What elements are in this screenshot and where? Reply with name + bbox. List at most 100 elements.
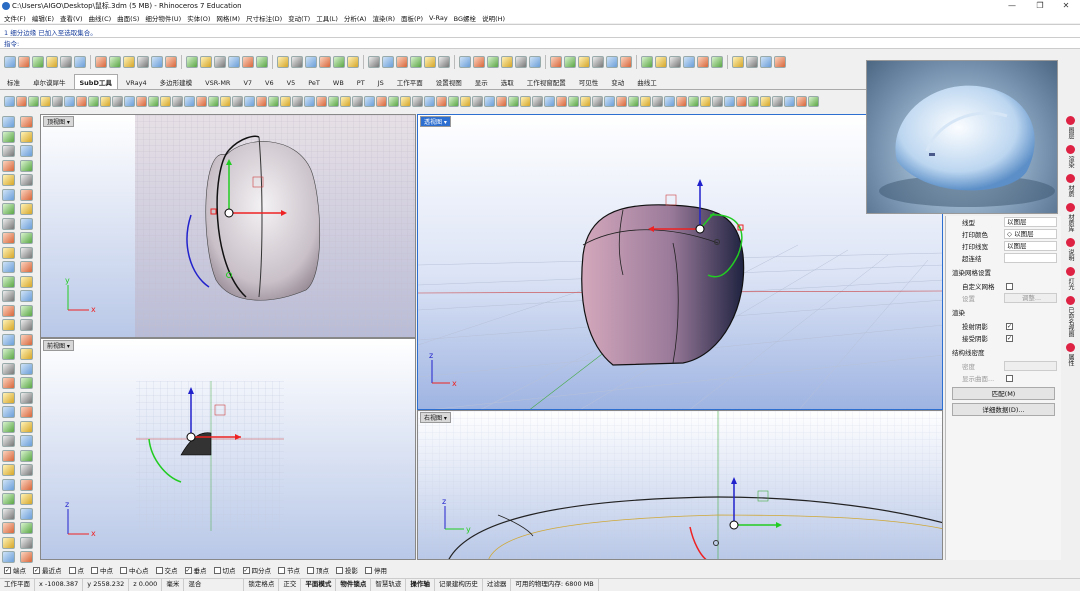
tool-icon[interactable] bbox=[664, 95, 675, 107]
viewport-title-top[interactable]: 顶视图 bbox=[43, 116, 74, 127]
tool-icon[interactable] bbox=[2, 435, 15, 447]
tool-icon[interactable] bbox=[20, 290, 33, 302]
viewport-title-perspective[interactable]: 透视图 bbox=[420, 116, 451, 127]
tool-icon[interactable] bbox=[32, 56, 44, 68]
tool-icon[interactable] bbox=[40, 95, 51, 107]
status-gumball[interactable]: 操作轴 bbox=[406, 578, 435, 591]
tool-icon[interactable] bbox=[410, 56, 422, 68]
tool-icon[interactable] bbox=[544, 95, 555, 107]
menu-item[interactable]: 渲染(R) bbox=[372, 13, 395, 23]
menu-item[interactable]: BG螺栓 bbox=[454, 13, 476, 23]
menu-item[interactable]: 编辑(E) bbox=[32, 13, 54, 23]
osnap-option[interactable]: 交点 bbox=[154, 565, 178, 575]
tool-icon[interactable] bbox=[772, 95, 783, 107]
maximize-button[interactable]: ❐ bbox=[1028, 0, 1052, 12]
tool-icon[interactable] bbox=[20, 362, 33, 375]
gumball-plane-persp[interactable] bbox=[665, 194, 677, 206]
tool-icon[interactable] bbox=[2, 130, 15, 143]
viewport-title-front[interactable]: 前视图 bbox=[43, 340, 74, 351]
tool-icon[interactable] bbox=[487, 56, 499, 68]
property-value[interactable]: 以图层 bbox=[1004, 217, 1057, 227]
tool-icon[interactable] bbox=[64, 95, 75, 107]
tool-icon[interactable] bbox=[256, 95, 267, 107]
match-button[interactable]: 匹配(M) bbox=[952, 387, 1055, 400]
tool-icon[interactable] bbox=[340, 95, 351, 107]
osnap-option[interactable]: 中点 bbox=[89, 565, 113, 575]
status-ortho[interactable]: 正交 bbox=[279, 578, 302, 591]
tool-icon[interactable] bbox=[4, 95, 15, 107]
osnap-option[interactable]: ✓ 垂点 bbox=[183, 565, 207, 575]
tool-icon[interactable] bbox=[2, 145, 15, 157]
tool-icon[interactable] bbox=[165, 56, 177, 68]
minimize-button[interactable]: — bbox=[1000, 0, 1024, 12]
menu-item[interactable]: 变动(T) bbox=[288, 13, 310, 23]
tool-icon[interactable] bbox=[20, 188, 33, 201]
tool-icon[interactable] bbox=[472, 95, 483, 107]
toolbar-tab[interactable]: 设置视图 bbox=[431, 75, 467, 89]
tool-icon[interactable] bbox=[424, 56, 436, 68]
tool-icon[interactable] bbox=[508, 95, 519, 107]
tool-icon[interactable] bbox=[564, 56, 576, 68]
menu-item[interactable]: 查看(V) bbox=[60, 13, 83, 23]
osnap-option[interactable]: 顶点 bbox=[305, 565, 329, 575]
tool-icon[interactable] bbox=[376, 95, 387, 107]
tool-icon[interactable] bbox=[700, 95, 711, 107]
tool-icon[interactable] bbox=[556, 95, 567, 107]
tool-icon[interactable] bbox=[244, 95, 255, 107]
tool-icon[interactable] bbox=[460, 95, 471, 107]
tool-icon[interactable] bbox=[669, 56, 681, 68]
show-curves-checkbox[interactable] bbox=[1006, 374, 1013, 382]
toolbar-tab[interactable]: JS bbox=[373, 77, 389, 89]
tool-icon[interactable] bbox=[100, 95, 111, 107]
tool-icon[interactable] bbox=[2, 507, 15, 520]
right-tab[interactable]: 图层 bbox=[1066, 116, 1075, 139]
tool-icon[interactable] bbox=[20, 304, 33, 317]
osnap-checkbox[interactable]: ✓ bbox=[184, 566, 192, 574]
menu-item[interactable]: 实体(O) bbox=[187, 13, 210, 23]
right-tab[interactable]: 属性 bbox=[1066, 343, 1075, 366]
toolbar-tab[interactable]: V6 bbox=[260, 77, 279, 89]
tool-icon[interactable] bbox=[2, 188, 15, 201]
tool-icon[interactable] bbox=[291, 56, 303, 68]
menu-item[interactable]: 网格(M) bbox=[216, 13, 240, 23]
tool-icon[interactable] bbox=[683, 56, 695, 68]
tool-icon[interactable] bbox=[2, 493, 15, 505]
tool-icon[interactable] bbox=[652, 95, 663, 107]
tool-icon[interactable] bbox=[473, 56, 485, 68]
toolbar-tab[interactable]: 显示 bbox=[470, 75, 493, 89]
tool-icon[interactable] bbox=[20, 377, 33, 389]
osnap-option[interactable]: 点 bbox=[67, 565, 84, 575]
right-tab[interactable]: 已命名视图 bbox=[1066, 296, 1075, 337]
tool-icon[interactable] bbox=[2, 304, 15, 317]
tool-icon[interactable] bbox=[148, 95, 159, 107]
tool-icon[interactable] bbox=[20, 232, 33, 244]
tool-icon[interactable] bbox=[501, 56, 513, 68]
tool-icon[interactable] bbox=[20, 275, 33, 288]
osnap-checkbox[interactable] bbox=[307, 566, 314, 574]
toolbar-tab[interactable]: VRay4 bbox=[121, 77, 152, 89]
tool-icon[interactable] bbox=[20, 406, 33, 418]
menu-item[interactable]: 曲面(S) bbox=[117, 13, 139, 23]
tool-icon[interactable] bbox=[20, 391, 33, 404]
details-button[interactable]: 详细数据(D)... bbox=[952, 403, 1055, 416]
osnap-checkbox[interactable] bbox=[213, 566, 221, 574]
tool-icon[interactable] bbox=[20, 319, 33, 331]
tool-icon[interactable] bbox=[76, 95, 87, 107]
status-smarttrack[interactable]: 智慧轨迹 bbox=[371, 578, 407, 591]
tool-icon[interactable] bbox=[328, 95, 339, 107]
tool-icon[interactable] bbox=[316, 95, 327, 107]
tool-icon[interactable] bbox=[20, 174, 33, 186]
tool-icon[interactable] bbox=[172, 95, 183, 107]
tool-icon[interactable] bbox=[20, 464, 33, 476]
osnap-checkbox[interactable]: ✓ bbox=[33, 566, 40, 574]
tool-icon[interactable] bbox=[2, 478, 15, 491]
tool-icon[interactable] bbox=[2, 333, 15, 346]
tool-icon[interactable] bbox=[123, 56, 135, 68]
tool-icon[interactable] bbox=[232, 95, 243, 107]
toolbar-tab[interactable]: 选取 bbox=[496, 75, 519, 89]
tool-icon[interactable] bbox=[20, 246, 33, 259]
tool-icon[interactable] bbox=[368, 56, 380, 68]
tool-icon[interactable] bbox=[748, 95, 759, 107]
tool-icon[interactable] bbox=[2, 522, 15, 534]
toolbar-tab[interactable]: SubD工具 bbox=[73, 74, 118, 89]
